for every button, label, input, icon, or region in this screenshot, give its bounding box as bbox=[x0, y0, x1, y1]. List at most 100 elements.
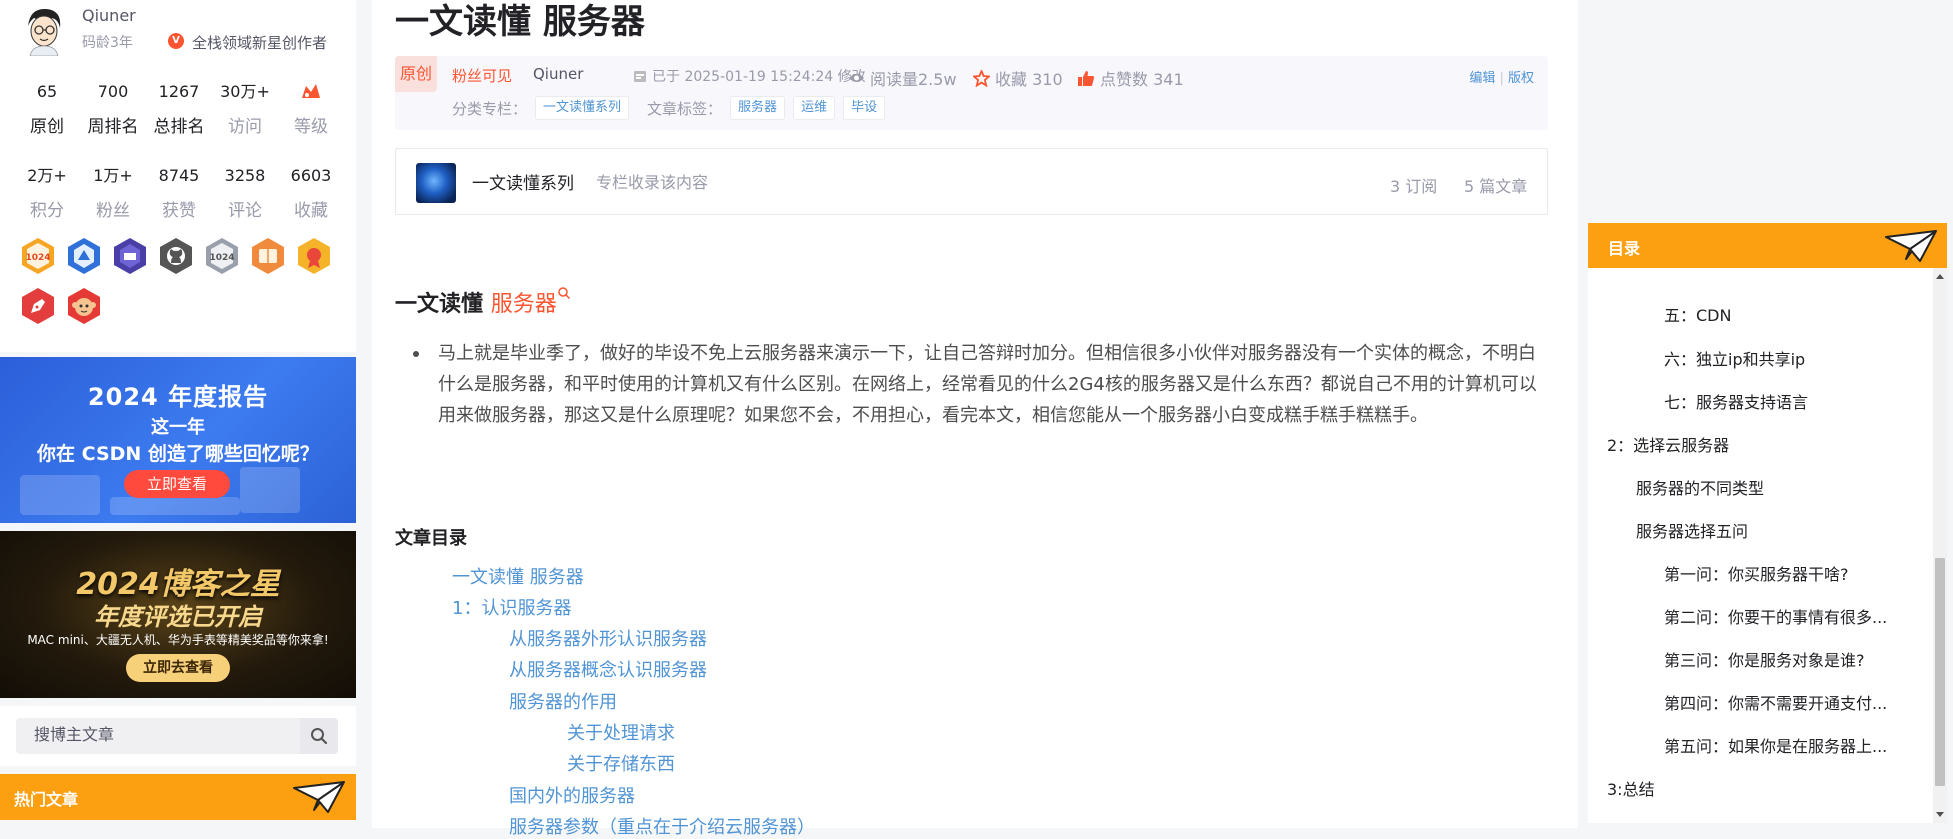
right-toc-item[interactable]: 第三问：你是服务对象是谁? bbox=[1664, 647, 1914, 671]
column-desc: 专栏收录该内容 bbox=[596, 173, 709, 192]
toc-link[interactable]: 1：认识服务器 bbox=[452, 594, 571, 620]
right-toc-item[interactable]: 3:总结 bbox=[1607, 776, 1907, 800]
svg-text:1024: 1024 bbox=[25, 253, 50, 263]
ad2-view-button[interactable]: 立即去查看 bbox=[126, 654, 230, 682]
column-card[interactable]: 一文读懂系列 专栏收录该内容 3 订阅 5 篇文章 bbox=[395, 148, 1548, 215]
right-toc-item[interactable]: 服务器的不同类型 bbox=[1636, 475, 1916, 499]
toc-link[interactable]: 从服务器概念认识服务器 bbox=[509, 656, 707, 682]
stat-likes: 8745 获赞 bbox=[158, 166, 200, 221]
right-toc-item[interactable]: 第二问：你要干的事情有很多... bbox=[1664, 604, 1914, 628]
stat-level[interactable]: 等级 bbox=[278, 80, 344, 137]
badge-1024-gray-icon[interactable]: 1024 bbox=[202, 236, 242, 276]
stat-original[interactable]: 65 原创 bbox=[14, 80, 80, 137]
search-button[interactable] bbox=[300, 718, 338, 754]
stat-points: 2万+ 积分 bbox=[27, 166, 67, 221]
toc-link[interactable]: 服务器的作用 bbox=[509, 688, 617, 714]
star-icon bbox=[973, 69, 990, 87]
toc-link[interactable]: 服务器参数（重点在于介绍云服务器） bbox=[509, 813, 815, 839]
column-article-count: 5 篇文章 bbox=[1464, 177, 1528, 196]
scroll-down-arrow[interactable] bbox=[1936, 812, 1944, 817]
column-subscriptions: 3 订阅 bbox=[1390, 177, 1438, 196]
right-toc-item[interactable]: 第一问：你买服务器干啥? bbox=[1664, 561, 1914, 585]
hot-articles-title: 热门文章 bbox=[14, 790, 79, 809]
category-tag[interactable]: 一文读懂系列 bbox=[535, 96, 630, 120]
ad1-title: 2024 年度报告 bbox=[87, 383, 269, 411]
hot-articles-header: 热门文章 bbox=[0, 774, 356, 820]
toc-link[interactable]: 关于存储东西 bbox=[567, 750, 675, 776]
author-link[interactable]: Qiuner bbox=[533, 65, 583, 83]
toc-link[interactable]: 从服务器外形认识服务器 bbox=[509, 625, 707, 651]
level-icon bbox=[302, 84, 320, 98]
right-toc-item[interactable]: 服务器选择五问 bbox=[1636, 518, 1916, 542]
read-count: 阅读量2.5w bbox=[848, 66, 957, 90]
page-title: 一文读懂 服务器 bbox=[395, 2, 645, 42]
original-tag: 原创 bbox=[395, 56, 437, 92]
toc-link[interactable]: 关于处理请求 bbox=[567, 719, 675, 745]
stats-row-2: 2万+ 积分 1万+ 粉丝 8745 获赞 3258 评论 6603 收藏 bbox=[14, 164, 344, 221]
badge-purple-icon[interactable] bbox=[110, 236, 150, 276]
magnifier-icon[interactable] bbox=[557, 286, 571, 300]
right-toc-scrollbar[interactable] bbox=[1933, 268, 1947, 823]
badge-monkey-icon[interactable] bbox=[64, 286, 104, 326]
right-toc-item[interactable]: 第四问：你需不需要开通支付... bbox=[1664, 690, 1914, 714]
ad1-question: 你在 CSDN 创造了哪些回忆呢？ bbox=[37, 443, 319, 465]
right-toc-panel: 目录 五：CDN 六：独立ip和共享ip 七：服务器支持语言 2：选择云服务器 … bbox=[1588, 223, 1947, 823]
right-toc-item[interactable]: 五：CDN bbox=[1664, 302, 1914, 326]
stat-visits: 30万+ 访问 bbox=[220, 82, 270, 137]
thumbs-up-icon bbox=[1078, 70, 1095, 86]
profile-card: Qiuner 码龄3年 V 全栈领域新星创作者 65 原创 700 周排名 1267… bbox=[0, 0, 356, 352]
badge-blue-icon[interactable] bbox=[64, 236, 104, 276]
scroll-up-arrow[interactable] bbox=[1936, 274, 1944, 279]
right-toc-item[interactable]: 七：服务器支持语言 bbox=[1664, 389, 1914, 413]
creator-v-icon: V bbox=[168, 33, 184, 49]
intro-paragraph: 马上就是毕业季了，做好的毕设不免上云服务器来演示一下，让自己答辩时加分。但相信很… bbox=[404, 338, 1548, 431]
toc-link[interactable]: 国内外的服务器 bbox=[509, 782, 635, 808]
right-toc-title: 目录 bbox=[1608, 239, 1641, 258]
article-heading: 一文读懂 服务器 bbox=[395, 286, 571, 318]
tags-label: 文章标签： bbox=[647, 99, 723, 118]
edit-link[interactable]: 编辑 bbox=[1469, 71, 1495, 86]
username[interactable]: Qiuner bbox=[82, 6, 136, 25]
copyright-link[interactable]: 版权 bbox=[1508, 71, 1534, 86]
blog-search-input[interactable] bbox=[16, 718, 300, 754]
tag-server[interactable]: 服务器 bbox=[730, 96, 786, 120]
calendar-icon bbox=[634, 71, 646, 82]
badge-medal-icon[interactable] bbox=[294, 236, 334, 276]
modified-time: 已于 2025-01-19 15:24:24 修改 bbox=[633, 66, 866, 86]
tag-ops[interactable]: 运维 bbox=[793, 96, 836, 120]
fans-only-label: 粉丝可见 bbox=[452, 67, 513, 85]
badge-1024-icon[interactable]: 1024 bbox=[18, 236, 58, 276]
intro-text: 马上就是毕业季了，做好的毕设不免上云服务器来演示一下，让自己答辩时加分。但相信很… bbox=[404, 338, 1548, 431]
right-toc-item[interactable]: 第五问：如果你是在服务器上... bbox=[1664, 733, 1914, 757]
tag-graduation[interactable]: 毕设 bbox=[843, 96, 886, 120]
toc-link[interactable]: 一文读懂 服务器 bbox=[452, 563, 584, 589]
right-toc-item[interactable]: 2：选择云服务器 bbox=[1607, 432, 1907, 456]
left-sidebar: Qiuner 码龄3年 V 全栈领域新星创作者 65 原创 700 周排名 1267… bbox=[0, 0, 356, 828]
ad1-view-button[interactable]: 立即查看 bbox=[124, 470, 230, 498]
eye-icon bbox=[849, 74, 864, 82]
annual-report-banner[interactable]: 2024 年度报告 这一年 你在 CSDN 创造了哪些回忆呢？ 立即查看 bbox=[0, 357, 356, 523]
right-toc-item[interactable]: 六：独立ip和共享ip bbox=[1664, 346, 1914, 370]
stat-week-rank[interactable]: 700 周排名 bbox=[80, 80, 146, 137]
creator-badge[interactable]: 全栈领域新星创作者 bbox=[192, 32, 327, 53]
svg-text:1024: 1024 bbox=[209, 253, 234, 263]
code-age: 码龄3年 bbox=[82, 35, 133, 51]
avatar[interactable] bbox=[20, 4, 68, 56]
badge-book-icon[interactable] bbox=[248, 236, 288, 276]
ad1-subtitle: 这一年 bbox=[151, 417, 205, 438]
edit-copyright: 编辑 | 版权 bbox=[1469, 71, 1534, 86]
stat-total-rank[interactable]: 1267 总排名 bbox=[146, 80, 212, 137]
heading-keyword-link[interactable]: 服务器 bbox=[491, 292, 557, 317]
column-name[interactable]: 一文读懂系列 bbox=[472, 169, 574, 194]
badge-pen-icon[interactable] bbox=[18, 286, 58, 326]
article-meta: 原创 粉丝可见 Qiuner 已于 2025-01-19 15:24:24 修改… bbox=[395, 56, 1548, 130]
stat-fans[interactable]: 1万+ 粉丝 bbox=[80, 164, 146, 221]
like-count[interactable]: 点赞数 341 bbox=[1077, 66, 1184, 90]
favorite-count[interactable]: 收藏 310 bbox=[973, 66, 1063, 90]
blog-star-banner[interactable]: 2024博客之星 年度评选已开启 MAC mini、大疆无人机、华为手表等精美奖… bbox=[0, 531, 356, 698]
toc-title: 文章目录 bbox=[395, 528, 467, 549]
right-toc-header: 目录 bbox=[1588, 223, 1947, 268]
scrollbar-thumb[interactable] bbox=[1935, 558, 1945, 786]
badge-github-icon[interactable] bbox=[156, 236, 196, 276]
ad2-prizes: MAC mini、大疆无人机、华为手表等精美奖品等你来拿! bbox=[27, 633, 329, 647]
